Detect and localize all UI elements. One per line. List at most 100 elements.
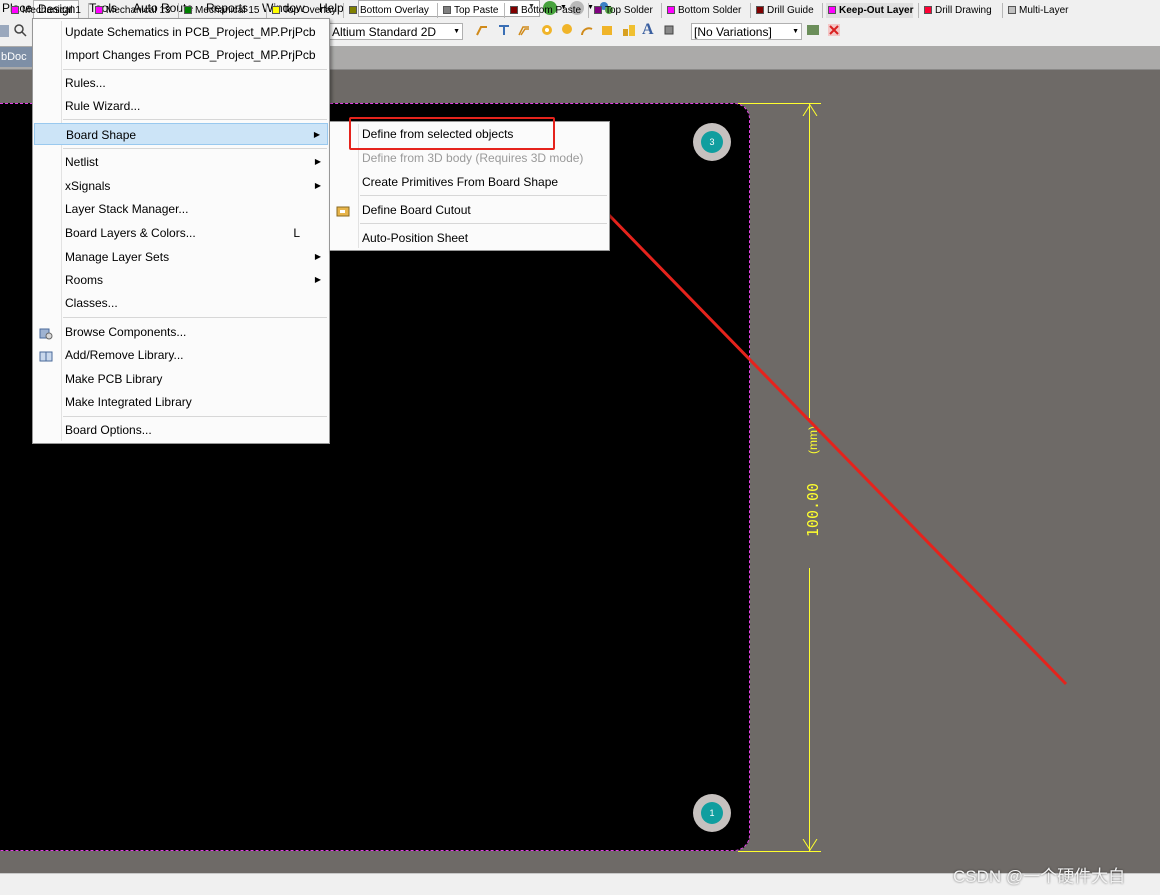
layer-tab[interactable]: Mechanical 1 bbox=[9, 3, 81, 18]
close-variant-icon[interactable] bbox=[827, 23, 841, 37]
layer-tab[interactable]: Top Solder bbox=[592, 3, 653, 18]
tab-divider bbox=[1002, 3, 1003, 18]
menu-item-layer-stack-manager[interactable]: Layer Stack Manager... bbox=[34, 198, 328, 220]
layer-tab[interactable]: Bottom Overlay bbox=[347, 3, 429, 18]
dimension-arrow-bottom bbox=[802, 839, 818, 851]
layer-tab-label: Drill Guide bbox=[767, 5, 814, 16]
menu-item-netlist[interactable]: Netlist ▶ bbox=[34, 151, 328, 173]
via-icon[interactable] bbox=[560, 23, 574, 37]
menu-item-board-layers-colors[interactable]: Board Layers & Colors... L bbox=[34, 222, 328, 244]
layer-tab[interactable]: Drill Drawing bbox=[922, 3, 992, 18]
dimension-arrow-top bbox=[802, 104, 818, 116]
layer-tab[interactable]: Multi-Layer bbox=[1006, 3, 1068, 18]
variant-manager-icon[interactable] bbox=[806, 23, 820, 37]
menu-item-import-changes[interactable]: Import Changes From PCB_Project_MP.PrjPc… bbox=[34, 44, 328, 66]
variations-value: [No Variations] bbox=[694, 25, 772, 39]
layer-tab-label: Bottom Overlay bbox=[360, 5, 429, 16]
view-config-value: Altium Standard 2D bbox=[332, 25, 437, 39]
menu-item-rules[interactable]: Rules... bbox=[34, 72, 328, 94]
chevron-down-icon: ▼ bbox=[792, 28, 799, 35]
document-tab[interactable]: bDoc * bbox=[0, 47, 33, 83]
diff-pair-route-icon[interactable] bbox=[497, 23, 511, 37]
tab-divider bbox=[266, 3, 267, 18]
layer-tab-label: Multi-Layer bbox=[1019, 5, 1069, 16]
layer-tab[interactable]: Drill Guide bbox=[754, 3, 814, 18]
layer-color-swatch bbox=[1008, 6, 1016, 14]
menu-item-define-board-cutout[interactable]: Define Board Cutout bbox=[331, 199, 608, 221]
variations-combo[interactable]: [No Variations] ▼ bbox=[691, 23, 802, 40]
menu-item-label: Define Board Cutout bbox=[362, 203, 471, 217]
layer-color-swatch bbox=[95, 6, 103, 14]
annotation-highlight-box bbox=[349, 117, 555, 150]
tab-divider bbox=[343, 3, 344, 18]
cutout-icon bbox=[336, 203, 350, 217]
menu-separator bbox=[63, 69, 327, 70]
menu-item-label: Board Shape bbox=[66, 128, 137, 142]
layer-tab-label: Bottom Paste bbox=[521, 5, 582, 16]
tab-divider bbox=[178, 3, 179, 18]
layer-tab[interactable]: Top Paste bbox=[441, 3, 498, 18]
toolbar-grip-icon bbox=[0, 25, 9, 37]
menu-item-label: Rooms bbox=[65, 273, 104, 287]
library-icon bbox=[39, 348, 53, 362]
menu-item-update-schematics[interactable]: Update Schematics in PCB_Project_MP.PrjP… bbox=[34, 21, 328, 43]
string-icon[interactable]: A bbox=[642, 22, 656, 38]
menu-item-manage-layer-sets[interactable]: Manage Layer Sets ▶ bbox=[34, 246, 328, 268]
view-config-combo[interactable]: Altium Standard 2D ▼ bbox=[329, 23, 463, 40]
submenu-arrow-icon: ▶ bbox=[313, 130, 320, 139]
layer-tab-label: Keep-Out Layer bbox=[839, 5, 914, 16]
menu-item-make-pcb-library[interactable]: Make PCB Library bbox=[34, 368, 328, 390]
submenu-arrow-icon: ▶ bbox=[314, 181, 321, 190]
submenu-arrow-icon: ▶ bbox=[314, 157, 321, 166]
menu-item-add-remove-library[interactable]: Add/Remove Library... bbox=[34, 344, 328, 366]
menu-item-rule-wizard[interactable]: Rule Wizard... bbox=[34, 95, 328, 117]
fill-icon[interactable] bbox=[600, 23, 614, 37]
tab-divider bbox=[918, 3, 919, 18]
layer-tab[interactable]: Mechanical 13 bbox=[93, 3, 170, 18]
menu-item-shortcut: L bbox=[293, 226, 300, 240]
menu-item-rooms[interactable]: Rooms ▶ bbox=[34, 269, 328, 291]
menu-item-label: xSignals bbox=[65, 179, 111, 193]
menu-item-board-shape[interactable]: Board Shape ▶ bbox=[34, 123, 328, 145]
interactive-route-icon[interactable] bbox=[475, 23, 489, 37]
menu-item-board-options[interactable]: Board Options... bbox=[34, 419, 328, 441]
menu-item-xsignals[interactable]: xSignals ▶ bbox=[34, 175, 328, 197]
pad-icon[interactable] bbox=[540, 23, 554, 37]
menu-item-browse-components[interactable]: Browse Components... bbox=[34, 321, 328, 343]
component-icon[interactable] bbox=[662, 23, 676, 37]
layer-color-swatch bbox=[667, 6, 675, 14]
layer-color-swatch bbox=[11, 6, 19, 14]
menu-item-label: Add/Remove Library... bbox=[65, 348, 184, 362]
chevron-down-icon: ▼ bbox=[453, 28, 460, 35]
layer-color-swatch bbox=[349, 6, 357, 14]
multi-route-icon[interactable] bbox=[517, 23, 531, 37]
zoom-icon[interactable] bbox=[13, 23, 27, 37]
tab-divider bbox=[750, 3, 751, 18]
layer-tab[interactable]: Top Overlay bbox=[270, 3, 336, 18]
layer-color-swatch bbox=[756, 6, 764, 14]
tab-divider bbox=[504, 3, 505, 18]
components-icon bbox=[39, 325, 53, 340]
submenu-arrow-icon: ▶ bbox=[314, 275, 321, 284]
arc-icon[interactable] bbox=[580, 23, 594, 37]
design-menu: Update Schematics in PCB_Project_MP.PrjP… bbox=[32, 18, 330, 444]
pad-label: 1 bbox=[701, 802, 723, 824]
layer-tab[interactable]: Mechanical 15 bbox=[182, 3, 259, 18]
layer-tab[interactable]: Bottom Paste bbox=[508, 3, 581, 18]
layer-tab-active[interactable]: Keep-Out Layer bbox=[826, 3, 914, 18]
menu-separator bbox=[63, 119, 327, 120]
polygon-icon[interactable] bbox=[622, 23, 636, 37]
tab-divider bbox=[822, 3, 823, 18]
mounting-hole[interactable]: 1 bbox=[693, 794, 731, 832]
menu-item-label: Netlist bbox=[65, 155, 99, 169]
menu-item-create-primitives[interactable]: Create Primitives From Board Shape bbox=[331, 171, 608, 193]
layer-tab[interactable]: Bottom Solder bbox=[665, 3, 741, 18]
mounting-hole[interactable]: 3 bbox=[693, 123, 731, 161]
layer-tab-label: Mechanical 15 bbox=[195, 5, 260, 16]
menu-item-make-integrated-library[interactable]: Make Integrated Library bbox=[34, 391, 328, 413]
menu-separator bbox=[360, 223, 607, 224]
menu-item-auto-position-sheet[interactable]: Auto-Position Sheet bbox=[331, 227, 608, 249]
menu-item-classes[interactable]: Classes... bbox=[34, 292, 328, 314]
menu-item-label: Board Layers & Colors... bbox=[65, 226, 196, 240]
dimension-extension-bottom bbox=[738, 851, 821, 852]
